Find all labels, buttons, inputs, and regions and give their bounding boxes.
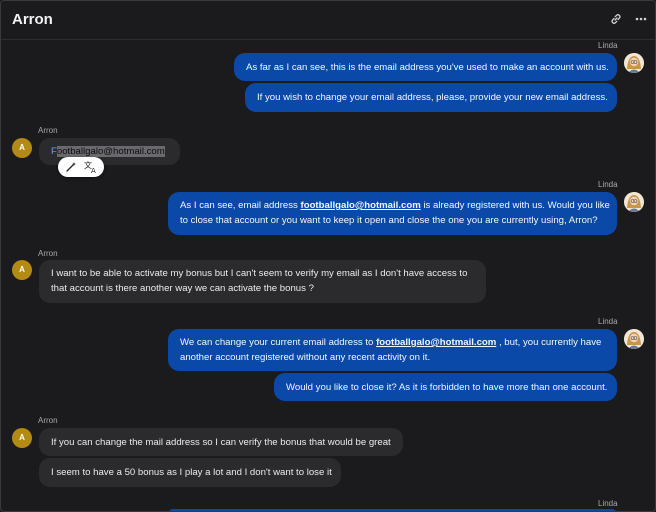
customer-avatar: A — [12, 428, 32, 448]
agent-avatar — [624, 192, 644, 212]
agent-message: As I can see, email address footballgalo… — [168, 192, 617, 235]
message-text: I want to be able to activate my bonus b… — [51, 268, 468, 279]
customer-message: I want to be able to activate my bonus b… — [39, 260, 486, 303]
agent-message: As far as I can see, this is the email a… — [234, 53, 617, 81]
link-icon[interactable] — [606, 9, 626, 29]
message-text: As I can see, email address — [180, 200, 301, 211]
chat-window: Arron Linda As far as I can see, this is… — [0, 0, 656, 512]
chat-title: Arron — [12, 11, 53, 28]
sender-name-customer: Arron — [38, 249, 58, 258]
message-text: to close that account or you want to kee… — [180, 215, 598, 226]
selected-text[interactable]: ootballgalo@hotmail.com — [56, 146, 165, 157]
agent-avatar — [624, 329, 644, 349]
selection-caret-char: F — [51, 146, 57, 157]
message-text: another account registered without any r… — [180, 352, 431, 363]
sender-name-agent: Linda — [598, 317, 618, 326]
translate-icon[interactable]: 文A — [84, 160, 98, 175]
svg-text:A: A — [91, 167, 96, 174]
agent-message: If you wish to change your email address… — [245, 83, 617, 112]
email-link[interactable]: footballgalo@hotmail.com — [301, 200, 421, 211]
sender-name-customer: Arron — [38, 416, 58, 425]
customer-message: If you can change the mail address so I … — [39, 428, 403, 456]
agent-message: Would you like to close it? As it is for… — [274, 373, 617, 401]
agent-avatar — [624, 53, 644, 73]
customer-message: I seem to have a 50 bonus as I play a lo… — [39, 458, 341, 487]
message-text: , but, you currently have — [496, 337, 602, 348]
sender-name-agent: Linda — [598, 41, 618, 50]
chat-header: Arron — [1, 1, 655, 40]
customer-avatar: A — [12, 138, 32, 158]
more-options-icon[interactable] — [631, 9, 651, 29]
email-link[interactable]: footballgalo@hotmail.com — [376, 337, 496, 348]
sender-name-customer: Arron — [38, 126, 58, 135]
message-text: is already registered with us. Would you… — [420, 200, 610, 211]
agent-message: We can change your current email address… — [168, 329, 617, 371]
text-selection-popover: 文A — [58, 157, 104, 177]
message-text: We can change your current email address… — [180, 337, 377, 348]
magic-wand-icon[interactable] — [64, 160, 78, 174]
message-text: that account is there another way we can… — [51, 283, 314, 294]
customer-avatar: A — [12, 260, 32, 280]
sender-name-agent: Linda — [598, 180, 618, 189]
sender-name-agent: Linda — [598, 499, 618, 508]
